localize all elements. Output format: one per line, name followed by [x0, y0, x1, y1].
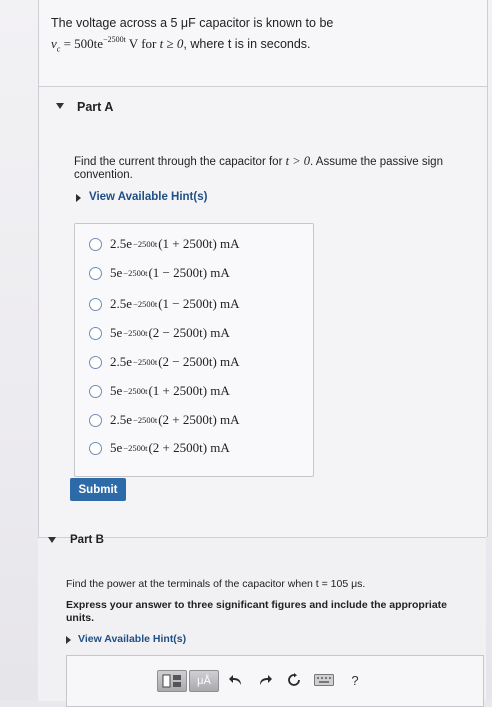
- part-a-hint-arrow-icon[interactable]: [76, 194, 81, 202]
- part-a-question-condition: t > 0: [285, 154, 311, 168]
- choice-factor: (1 − 2500t) mA: [148, 265, 230, 280]
- choice-factor: (1 + 2500t) mA: [158, 236, 240, 251]
- answer-input-area[interactable]: [66, 655, 484, 707]
- reset-glyph: [288, 673, 300, 686]
- redo-glyph: [260, 675, 272, 685]
- undo-glyph: [229, 675, 241, 685]
- choice-coefficient: 5e: [110, 440, 123, 455]
- choice-factor: (2 − 2500t) mA: [148, 325, 230, 340]
- choice-factor: (2 + 2500t) mA: [158, 412, 240, 427]
- radio-button[interactable]: [89, 355, 102, 369]
- radio-button[interactable]: [89, 266, 102, 280]
- problem-line-1: The voltage across a 5 μF capacitor is k…: [51, 16, 334, 30]
- choice-option[interactable]: 5e −2500t (1 + 2500t) mA: [89, 381, 230, 401]
- choice-coefficient: 5e: [110, 265, 123, 280]
- choice-option[interactable]: 5e −2500t (1 − 2500t) mA: [89, 263, 230, 283]
- choice-exponent: −2500t: [133, 239, 158, 249]
- choice-exponent: −2500t: [133, 299, 158, 309]
- templates-glyph: [162, 674, 181, 688]
- choice-exponent: −2500t: [123, 268, 148, 278]
- radio-button[interactable]: [89, 441, 102, 455]
- submit-button[interactable]: Submit: [70, 478, 126, 501]
- problem-statement: The voltage across a 5 μF capacitor is k…: [38, 0, 488, 87]
- part-b-hint-link[interactable]: View Available Hint(s): [78, 633, 186, 645]
- part-b-title[interactable]: Part B: [70, 534, 104, 546]
- choice-coefficient: 5e: [110, 383, 123, 398]
- choice-coefficient: 2.5e: [110, 354, 133, 369]
- keyboard-glyph: [314, 674, 334, 686]
- choice-option[interactable]: 5e −2500t (2 + 2500t) mA: [89, 438, 230, 458]
- keyboard-icon[interactable]: [313, 670, 335, 690]
- problem-line-2: vc = 500te−2500t V for t ≥ 0, where t is…: [51, 35, 311, 54]
- radio-button[interactable]: [89, 237, 102, 251]
- choice-option[interactable]: 2.5e −2500t (1 − 2500t) mA: [89, 294, 240, 314]
- choice-exponent: −2500t: [123, 386, 148, 396]
- choice-exponent: −2500t: [123, 328, 148, 338]
- voltage-unit: V: [125, 36, 138, 51]
- choice-option[interactable]: 2.5e −2500t (2 + 2500t) mA: [89, 410, 240, 430]
- choice-exponent: −2500t: [123, 443, 148, 453]
- help-icon[interactable]: ?: [347, 670, 363, 690]
- part-a-question: Find the current through the capacitor f…: [74, 155, 464, 182]
- time-condition: t ≥ 0: [159, 36, 184, 51]
- radio-button[interactable]: [89, 297, 102, 311]
- part-a-question-pre: Find the current through the capacitor f…: [74, 156, 286, 168]
- choice-option[interactable]: 2.5e −2500t (2 − 2500t) mA: [89, 352, 240, 372]
- choice-exponent: −2500t: [133, 415, 158, 425]
- units-icon[interactable]: μÅ: [189, 670, 219, 692]
- voltage-expression: = 500te: [60, 36, 104, 51]
- collapse-part-a-icon[interactable]: [56, 103, 64, 109]
- part-a-title[interactable]: Part A: [77, 100, 113, 114]
- templates-icon[interactable]: [157, 670, 187, 692]
- choice-factor: (1 − 2500t) mA: [158, 296, 240, 311]
- part-a-hint-link[interactable]: View Available Hint(s): [89, 191, 207, 203]
- answer-choices: 2.5e −2500t (1 + 2500t) mA 5e −2500t (1 − 25…: [74, 223, 314, 477]
- redo-icon[interactable]: [256, 670, 274, 690]
- choice-factor: (1 + 2500t) mA: [148, 383, 230, 398]
- voltage-exponent: −2500t: [103, 35, 126, 44]
- reset-icon[interactable]: [285, 670, 303, 690]
- collapse-part-b-icon[interactable]: [48, 537, 56, 543]
- choice-coefficient: 5e: [110, 325, 123, 340]
- choice-exponent: −2500t: [133, 357, 158, 367]
- choice-option[interactable]: 2.5e −2500t (1 + 2500t) mA: [89, 234, 240, 254]
- part-b-hint-arrow-icon[interactable]: [66, 636, 71, 644]
- choice-option[interactable]: 5e −2500t (2 − 2500t) mA: [89, 323, 230, 343]
- choice-factor: (2 + 2500t) mA: [148, 440, 230, 455]
- problem-tail: , where t is in seconds.: [183, 37, 311, 51]
- choice-coefficient: 2.5e: [110, 296, 133, 311]
- part-b-instruction: Express your answer to three significant…: [66, 599, 448, 624]
- undo-icon[interactable]: [227, 670, 245, 690]
- radio-button[interactable]: [89, 326, 102, 340]
- for-word: for: [137, 36, 160, 51]
- choice-coefficient: 2.5e: [110, 412, 133, 427]
- radio-button[interactable]: [89, 384, 102, 398]
- part-b-question: Find the power at the terminals of the c…: [66, 578, 366, 590]
- choice-factor: (2 − 2500t) mA: [158, 354, 240, 369]
- choice-coefficient: 2.5e: [110, 236, 133, 251]
- radio-button[interactable]: [89, 413, 102, 427]
